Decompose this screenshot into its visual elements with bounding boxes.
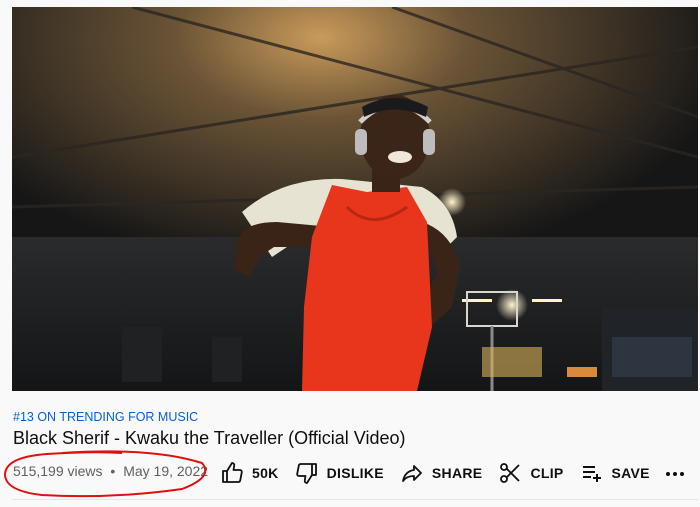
- save-label: SAVE: [611, 465, 650, 481]
- share-button[interactable]: SHARE: [394, 456, 493, 490]
- more-horiz-icon: [666, 472, 684, 476]
- video-title: Black Sherif - Kwaku the Traveller (Offi…: [13, 428, 406, 448]
- scissors-icon: [498, 461, 522, 485]
- trending-badge[interactable]: #13 ON TRENDING FOR MUSIC: [13, 410, 198, 424]
- dislike-label: DISLIKE: [326, 465, 384, 481]
- video-meta: 515,199 views • May 19, 2022: [13, 463, 208, 479]
- clip-label: CLIP: [530, 465, 564, 481]
- video-player[interactable]: [12, 7, 698, 391]
- video-page: #13 ON TRENDING FOR MUSIC Black Sherif -…: [0, 0, 700, 507]
- share-icon: [400, 461, 424, 485]
- action-bar: 50K DISLIKE SHARE CLIP SAVE: [214, 456, 660, 490]
- meta-separator: •: [110, 463, 116, 479]
- like-count: 50K: [252, 465, 279, 481]
- view-count: 515,199 views: [13, 463, 103, 479]
- thumbs-up-icon: [220, 461, 244, 485]
- clip-button[interactable]: CLIP: [492, 456, 573, 490]
- like-button[interactable]: 50K: [214, 456, 289, 490]
- share-label: SHARE: [431, 465, 483, 481]
- divider: [12, 499, 698, 500]
- more-actions-button[interactable]: [660, 460, 690, 488]
- playlist-add-icon: [580, 461, 604, 485]
- dislike-button[interactable]: DISLIKE: [289, 456, 394, 490]
- upload-date: May 19, 2022: [123, 463, 209, 479]
- thumbs-down-icon: [295, 461, 319, 485]
- video-frame: [12, 7, 698, 391]
- save-button[interactable]: SAVE: [574, 456, 660, 490]
